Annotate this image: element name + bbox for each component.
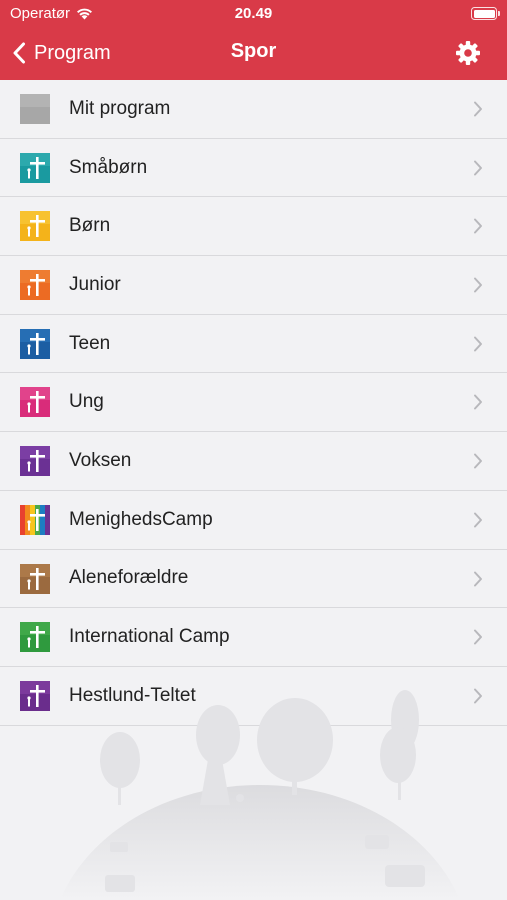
navigation-bar: Program Spor — [0, 28, 507, 80]
track-list-item[interactable]: Teen — [0, 315, 507, 374]
track-list-item-label: Aleneforældre — [69, 567, 189, 589]
chevron-right-icon — [474, 453, 482, 469]
track-list-item[interactable]: Børn — [0, 197, 507, 257]
track-list-item-label: Hestlund-Teltet — [69, 684, 196, 706]
chevron-right-icon — [474, 512, 482, 528]
boern-track-icon — [20, 211, 50, 242]
battery-icon — [471, 7, 500, 20]
track-list-item-label: Småbørn — [69, 156, 148, 178]
track-list-item[interactable]: Junior — [0, 256, 507, 315]
aleneforaeldre-track-icon — [20, 563, 50, 594]
settings-button[interactable] — [453, 38, 483, 68]
ung-track-icon — [20, 387, 50, 418]
voksen-track-icon — [20, 446, 50, 477]
chevron-right-icon — [474, 218, 482, 234]
menighedscamp-track-icon — [20, 504, 50, 535]
smaaboern-track-icon — [20, 152, 50, 183]
page-title: Spor — [230, 40, 277, 62]
gear-icon — [456, 41, 480, 65]
teen-track-icon — [20, 328, 50, 359]
track-list-item-label: Teen — [69, 332, 111, 354]
track-list-item-label: Mit program — [69, 97, 171, 119]
track-list-item-label: Ung — [69, 391, 104, 413]
track-list-item-label: International Camp — [69, 626, 230, 648]
track-list-item[interactable]: Småbørn — [0, 139, 507, 198]
status-bar: Operatør 20.49 — [0, 0, 507, 28]
track-list-item[interactable]: Voksen — [0, 432, 507, 491]
junior-track-icon — [20, 270, 50, 301]
gray-square-icon — [20, 94, 50, 124]
chevron-right-icon — [474, 688, 482, 704]
app-header: Operatør 20.49 Program Spor — [0, 0, 507, 80]
chevron-right-icon — [474, 336, 482, 352]
chevron-right-icon — [474, 160, 482, 176]
track-list-item[interactable]: International Camp — [0, 608, 507, 667]
track-list-item-label: Børn — [69, 215, 111, 237]
track-list: Mit program Småbørn Børn Junior Teen Ung Vokse… — [0, 80, 507, 726]
chevron-right-icon — [474, 629, 482, 645]
track-list-item[interactable]: MenighedsCamp — [0, 491, 507, 550]
track-list-item[interactable]: Aleneforældre — [0, 550, 507, 609]
track-list-item-label: MenighedsCamp — [69, 508, 213, 530]
chevron-right-icon — [474, 571, 482, 586]
chevron-right-icon — [474, 277, 482, 293]
track-list-item[interactable]: Mit program — [0, 80, 507, 139]
status-time: 20.49 — [234, 5, 273, 22]
track-list-item[interactable]: Hestlund-Teltet — [0, 667, 507, 726]
chevron-right-icon — [474, 394, 482, 410]
track-list-item-label: Junior — [69, 273, 121, 295]
international-camp-track-icon — [20, 622, 50, 653]
chevron-right-icon — [474, 101, 482, 117]
track-list-item-label: Voksen — [69, 449, 132, 471]
track-list-item[interactable]: Ung — [0, 373, 507, 433]
hestlund-teltet-track-icon — [20, 680, 50, 711]
